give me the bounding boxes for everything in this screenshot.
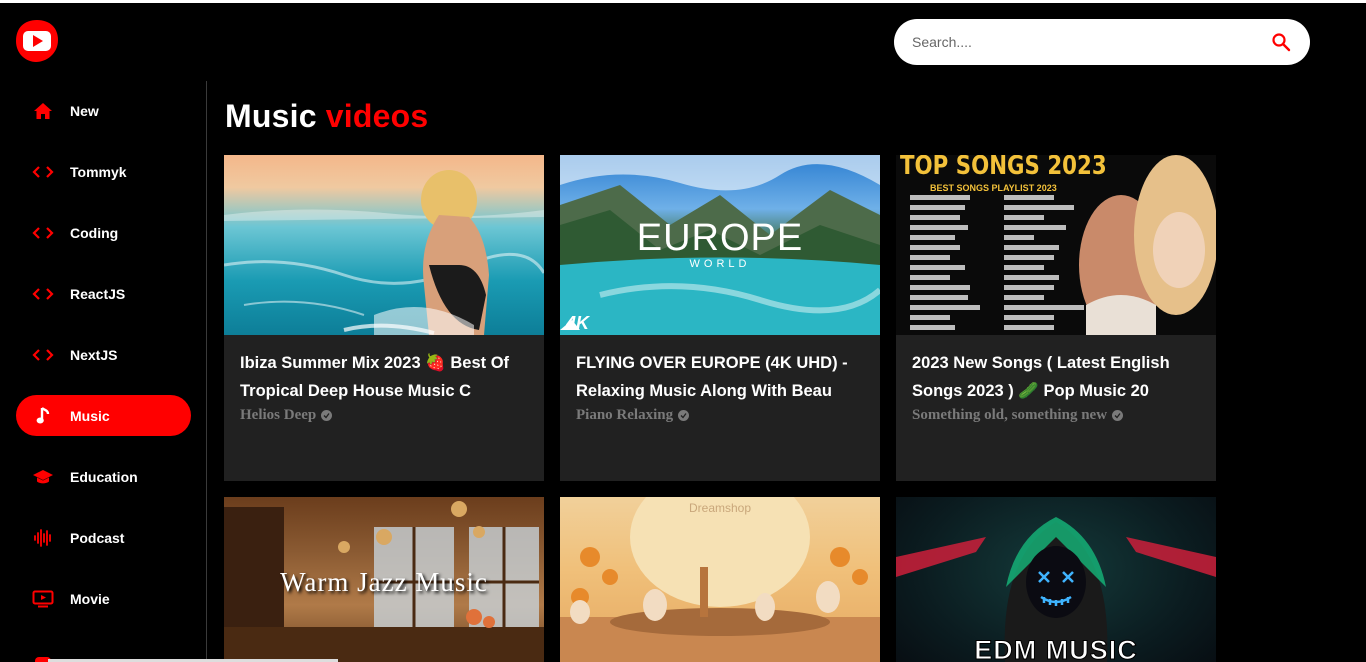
sidebar-item-label: ReactJS: [70, 285, 126, 302]
code-icon: [32, 344, 54, 366]
channel-name[interactable]: Piano Relaxing: [576, 407, 864, 424]
thumbnail-subtitle: WORLD: [689, 258, 751, 270]
code-icon: [32, 283, 54, 305]
sidebar-item-label: NextJS: [70, 346, 118, 363]
sidebar-item-education[interactable]: Education: [16, 456, 191, 497]
video-card[interactable]: EUROPE WORLD 4K FLYING OVER EUROPE (4K U…: [560, 155, 880, 481]
video-thumbnail[interactable]: Dreamshop: [560, 497, 880, 662]
thumbnail-title: Dreamshop: [688, 501, 752, 515]
home-icon: [32, 100, 54, 122]
search-input[interactable]: [912, 34, 1270, 50]
youtube-logo-icon[interactable]: [14, 18, 60, 64]
channel-name[interactable]: Helios Deep: [240, 407, 528, 424]
graduation-cap-icon: [32, 466, 54, 488]
video-thumbnail[interactable]: [224, 155, 544, 335]
verified-icon: [1112, 410, 1124, 421]
sidebar-item-coding[interactable]: Coding: [16, 212, 191, 253]
search-icon[interactable]: [1270, 31, 1292, 53]
sidebar-item-label: Tommyk: [70, 163, 127, 180]
video-thumbnail[interactable]: EUROPE WORLD 4K: [560, 155, 880, 335]
video-title[interactable]: Ibiza Summer Mix 2023 🍓 Best Of Tropical…: [240, 349, 528, 405]
sidebar-item-label: Movie: [70, 590, 110, 607]
thumbnail-title: EUROPE: [636, 217, 804, 259]
search-bar[interactable]: [894, 19, 1310, 65]
music-note-icon: [32, 405, 54, 427]
sidebar: New Tommyk Coding ReactJS NextJS Music E…: [0, 81, 207, 662]
video-title[interactable]: FLYING OVER EUROPE (4K UHD) - Relaxing M…: [576, 349, 864, 405]
video-thumbnail[interactable]: TOP SONGS 2023 BEST SONGS PLAYLIST 2023: [896, 155, 1216, 335]
video-thumbnail[interactable]: EDM MUSIC: [896, 497, 1216, 662]
sidebar-item-podcast[interactable]: Podcast: [16, 517, 191, 558]
video-card[interactable]: Ibiza Summer Mix 2023 🍓 Best Of Tropical…: [224, 155, 544, 481]
sidebar-item-label: Coding: [70, 224, 119, 241]
channel-name[interactable]: Something old, something new: [912, 407, 1200, 424]
top-border: [0, 0, 1366, 3]
video-card[interactable]: Dreamshop: [560, 497, 880, 662]
video-card[interactable]: EDM MUSIC: [896, 497, 1216, 662]
sidebar-item-tommyk[interactable]: Tommyk: [16, 151, 191, 192]
tv-icon: [32, 588, 54, 610]
page-title: Music videos: [225, 98, 429, 134]
sidebar-item-label: Podcast: [70, 529, 125, 546]
sidebar-item-movie[interactable]: Movie: [16, 578, 191, 619]
video-card[interactable]: TOP SONGS 2023 BEST SONGS PLAYLIST 2023 …: [896, 155, 1216, 481]
video-title[interactable]: 2023 New Songs ( Latest English Songs 20…: [912, 349, 1200, 405]
thumbnail-subtitle: BEST SONGS PLAYLIST 2023: [930, 183, 1057, 193]
thumbnail-title: Warm Jazz Music: [280, 567, 488, 597]
waveform-icon: [32, 527, 54, 549]
thumbnail-title: TOP SONGS 2023: [900, 155, 1107, 181]
sidebar-item-label: Music: [70, 407, 110, 424]
verified-icon: [321, 410, 333, 421]
sidebar-item-music[interactable]: Music: [16, 395, 191, 436]
sidebar-item-label: Education: [70, 468, 138, 485]
sidebar-item-reactjs[interactable]: ReactJS: [16, 273, 191, 314]
sidebar-item-label: New: [70, 102, 99, 119]
video-thumbnail[interactable]: Warm Jazz Music: [224, 497, 544, 662]
4k-badge: 4K: [566, 313, 590, 333]
video-card[interactable]: Warm Jazz Music: [224, 497, 544, 662]
sidebar-item-nextjs[interactable]: NextJS: [16, 334, 191, 375]
code-icon: [32, 222, 54, 244]
verified-icon: [678, 410, 690, 421]
code-icon: [32, 161, 54, 183]
thumbnail-title: EDM MUSIC: [974, 635, 1138, 662]
sidebar-item-new[interactable]: New: [16, 90, 191, 131]
